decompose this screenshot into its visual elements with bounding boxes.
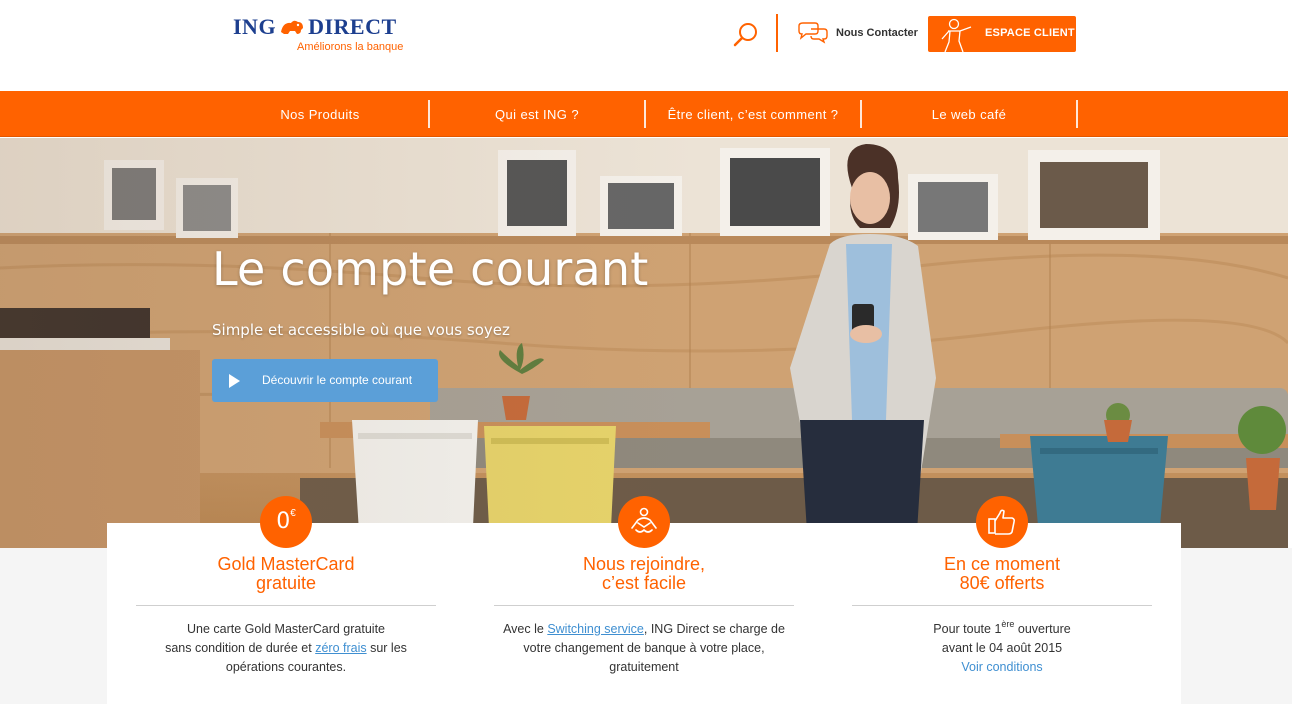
nav-item-web-cafe[interactable]: Le web café: [862, 91, 1076, 137]
card-body: Pour toute 1ère ouverture avant le 04 ao…: [933, 619, 1071, 675]
card-divider: [136, 605, 436, 606]
search-button[interactable]: [731, 20, 761, 50]
hero-title: Le compte courant: [212, 242, 649, 296]
card-nous-rejoindre: Nous rejoindre, c’est facile Avec le Swi…: [465, 496, 823, 704]
zero-frais-link[interactable]: zéro frais: [315, 641, 366, 655]
hero-subtitle: Simple et accessible où que vous soyez: [212, 321, 510, 339]
contact-link[interactable]: Nous Contacter: [796, 20, 918, 46]
feature-cards: 0 € Gold MasterCard gratuite Une carte Go…: [107, 496, 1181, 704]
thumbs-up-icon: [976, 496, 1028, 548]
espace-client-button[interactable]: ESPACE CLIENT: [928, 16, 1076, 53]
contact-label: Nous Contacter: [836, 27, 918, 39]
site-header: ING DIRECT Améliorons la banque Nous Cont…: [0, 0, 1292, 91]
hero-banner: Le compte courant Simple et accessible o…: [0, 138, 1288, 548]
card-divider: [494, 605, 794, 606]
card-body: Une carte Gold MasterCard gratuite sans …: [165, 622, 407, 674]
hero-cafe-photo: [0, 138, 1288, 548]
voir-conditions-link[interactable]: Voir conditions: [961, 660, 1042, 674]
card-divider: [852, 605, 1152, 606]
header-divider: [776, 14, 778, 52]
card-title: Gold MasterCard gratuite: [217, 554, 355, 593]
logo-wordmark: ING DIRECT: [233, 14, 397, 40]
nav-divider: [1076, 100, 1078, 128]
nav-item-nos-produits[interactable]: Nos Produits: [212, 91, 428, 137]
logo-name-right: DIRECT: [308, 14, 397, 39]
decouvrir-compte-courant-button[interactable]: Découvrir le compte courant: [212, 359, 438, 402]
switching-service-link[interactable]: Switching service: [547, 622, 644, 636]
chat-bubbles-icon: [798, 22, 828, 44]
person-icon: [941, 18, 972, 53]
ing-direct-logo[interactable]: ING DIRECT Améliorons la banque: [233, 14, 413, 58]
card-title: Nous rejoindre, c’est facile: [582, 554, 706, 593]
card-gold-mastercard: 0 € Gold MasterCard gratuite Une carte Go…: [107, 496, 465, 704]
logo-name-left: ING: [233, 14, 277, 39]
card-title: En ce moment 80€ offerts: [943, 554, 1061, 593]
page: ING DIRECT Améliorons la banque Nous Cont…: [0, 0, 1292, 704]
main-nav: Nos Produits Qui est ING ? Être client, …: [0, 91, 1288, 137]
logo-tagline: Améliorons la banque: [297, 41, 404, 53]
handshake-icon: [618, 496, 670, 548]
search-icon: [733, 23, 757, 47]
zero-euro-icon: 0 €: [260, 496, 312, 548]
card-en-ce-moment: En ce moment 80€ offerts Pour toute 1ère…: [823, 496, 1181, 704]
play-icon: [229, 374, 240, 388]
espace-client-label: ESPACE CLIENT: [985, 27, 1075, 39]
card-body: Avec le Switching service, ING Direct se…: [503, 622, 785, 674]
nav-item-etre-client[interactable]: Être client, c’est comment ?: [646, 91, 860, 137]
lion-icon: [279, 16, 305, 34]
hero-cta-label: Découvrir le compte courant: [262, 373, 413, 387]
nav-item-qui-est-ing[interactable]: Qui est ING ?: [430, 91, 644, 137]
